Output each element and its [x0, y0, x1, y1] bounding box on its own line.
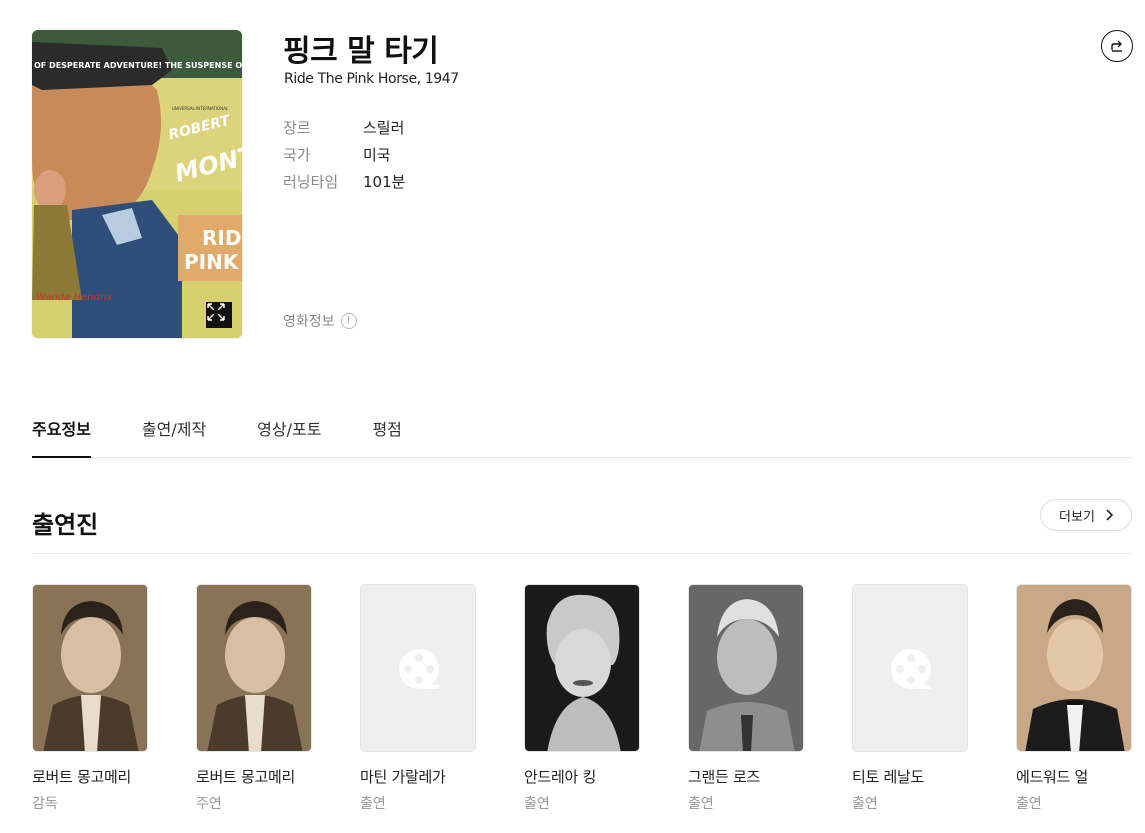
cast-photo-placeholder[interactable]: [360, 584, 476, 752]
cast-name[interactable]: 그랜든 로즈: [688, 766, 804, 787]
cast-name[interactable]: 로버트 몽고메리: [196, 766, 312, 787]
cast-role: 출연: [688, 796, 714, 812]
expand-icon: [207, 303, 225, 321]
info-value: 미국: [363, 146, 391, 164]
cast-photo[interactable]: [32, 584, 148, 752]
film-reel-icon: [399, 649, 439, 689]
cast-item[interactable]: 티토 레날도 출연: [852, 584, 968, 813]
tab-video-photo[interactable]: 영상/포토: [257, 400, 321, 440]
share-icon: [1111, 40, 1122, 52]
cast-role: 출연: [360, 796, 386, 812]
cast-name[interactable]: 에드워드 얼: [1016, 766, 1132, 787]
movie-info-link[interactable]: 영화정보 !: [283, 311, 357, 331]
cast-role: 출연: [524, 796, 550, 812]
cast-role: 주연: [196, 796, 222, 812]
info-key: 러닝타임: [283, 173, 339, 191]
info-row-runtime: 러닝타임 101분: [283, 168, 405, 195]
poster-title-line2: PINK H: [184, 250, 242, 274]
info-icon: !: [340, 313, 357, 329]
more-button[interactable]: 더보기: [1040, 499, 1132, 531]
tab-main-info[interactable]: 주요정보: [32, 400, 91, 458]
cast-name[interactable]: 마틴 가랄레가: [360, 766, 476, 787]
movie-title: 핑크 말 타기: [283, 34, 439, 69]
cast-item[interactable]: 로버트 몽고메리 감독: [32, 584, 148, 813]
info-row-country: 국가 미국: [283, 141, 405, 168]
share-button[interactable]: [1101, 30, 1133, 62]
movie-poster[interactable]: OF DESPERATE ADVENTURE! THE SUSPENSE OF …: [32, 30, 242, 338]
info-value: 스릴러: [363, 119, 405, 137]
cast-item[interactable]: 마틴 가랄레가 출연: [360, 584, 476, 813]
film-reel-icon: [891, 649, 931, 689]
poster-title-line1: RIDE: [202, 226, 242, 250]
tab-ratings[interactable]: 평점: [372, 400, 401, 440]
cast-section-title: 출연진: [32, 511, 99, 539]
section-divider: [32, 553, 1132, 554]
cast-photo[interactable]: [1016, 584, 1132, 752]
cast-name[interactable]: 안드레아 킹: [524, 766, 640, 787]
cast-item[interactable]: 그랜든 로즈 출연: [688, 584, 804, 813]
info-row-genre: 장르 스릴러: [283, 114, 405, 141]
cast-role: 출연: [852, 796, 878, 812]
movie-info-table: 장르 스릴러 국가 미국 러닝타임 101분: [283, 114, 405, 195]
cast-item[interactable]: 안드레아 킹 출연: [524, 584, 640, 813]
poster-credit: Wanda Hendrix: [36, 292, 113, 303]
poster-banner-text: OF DESPERATE ADVENTURE! THE SUSPENSE OF …: [34, 61, 242, 70]
cast-item[interactable]: 에드워드 얼 출연: [1016, 584, 1132, 813]
cast-list: 로버트 몽고메리 감독 로버트 몽고메리 주연 마틴 가랄레가 출연 안드레아 …: [32, 584, 1132, 813]
more-button-label: 더보기: [1059, 509, 1095, 525]
chevron-right-icon: [1106, 509, 1113, 521]
info-value: 101분: [363, 173, 406, 191]
expand-poster-button[interactable]: [206, 302, 232, 328]
movie-subtitle: Ride The Pink Horse, 1947: [284, 71, 459, 87]
info-key: 국가: [283, 146, 311, 164]
cast-item[interactable]: 로버트 몽고메리 주연: [196, 584, 312, 813]
cast-role: 감독: [32, 796, 58, 812]
cast-name[interactable]: 티토 레날도: [852, 766, 968, 787]
cast-photo[interactable]: [524, 584, 640, 752]
cast-name[interactable]: 로버트 몽고메리: [32, 766, 148, 787]
poster-studio-text: UNIVERSAL-INTERNATIONAL: [172, 106, 229, 111]
cast-photo[interactable]: [688, 584, 804, 752]
tab-bar: 주요정보 출연/제작 영상/포토 평점: [32, 400, 1132, 458]
tab-cast-crew[interactable]: 출연/제작: [142, 400, 206, 440]
info-key: 장르: [283, 119, 311, 137]
cast-photo-placeholder[interactable]: [852, 584, 968, 752]
cast-role: 출연: [1016, 796, 1042, 812]
movie-info-label: 영화정보: [283, 314, 335, 330]
cast-photo[interactable]: [196, 584, 312, 752]
